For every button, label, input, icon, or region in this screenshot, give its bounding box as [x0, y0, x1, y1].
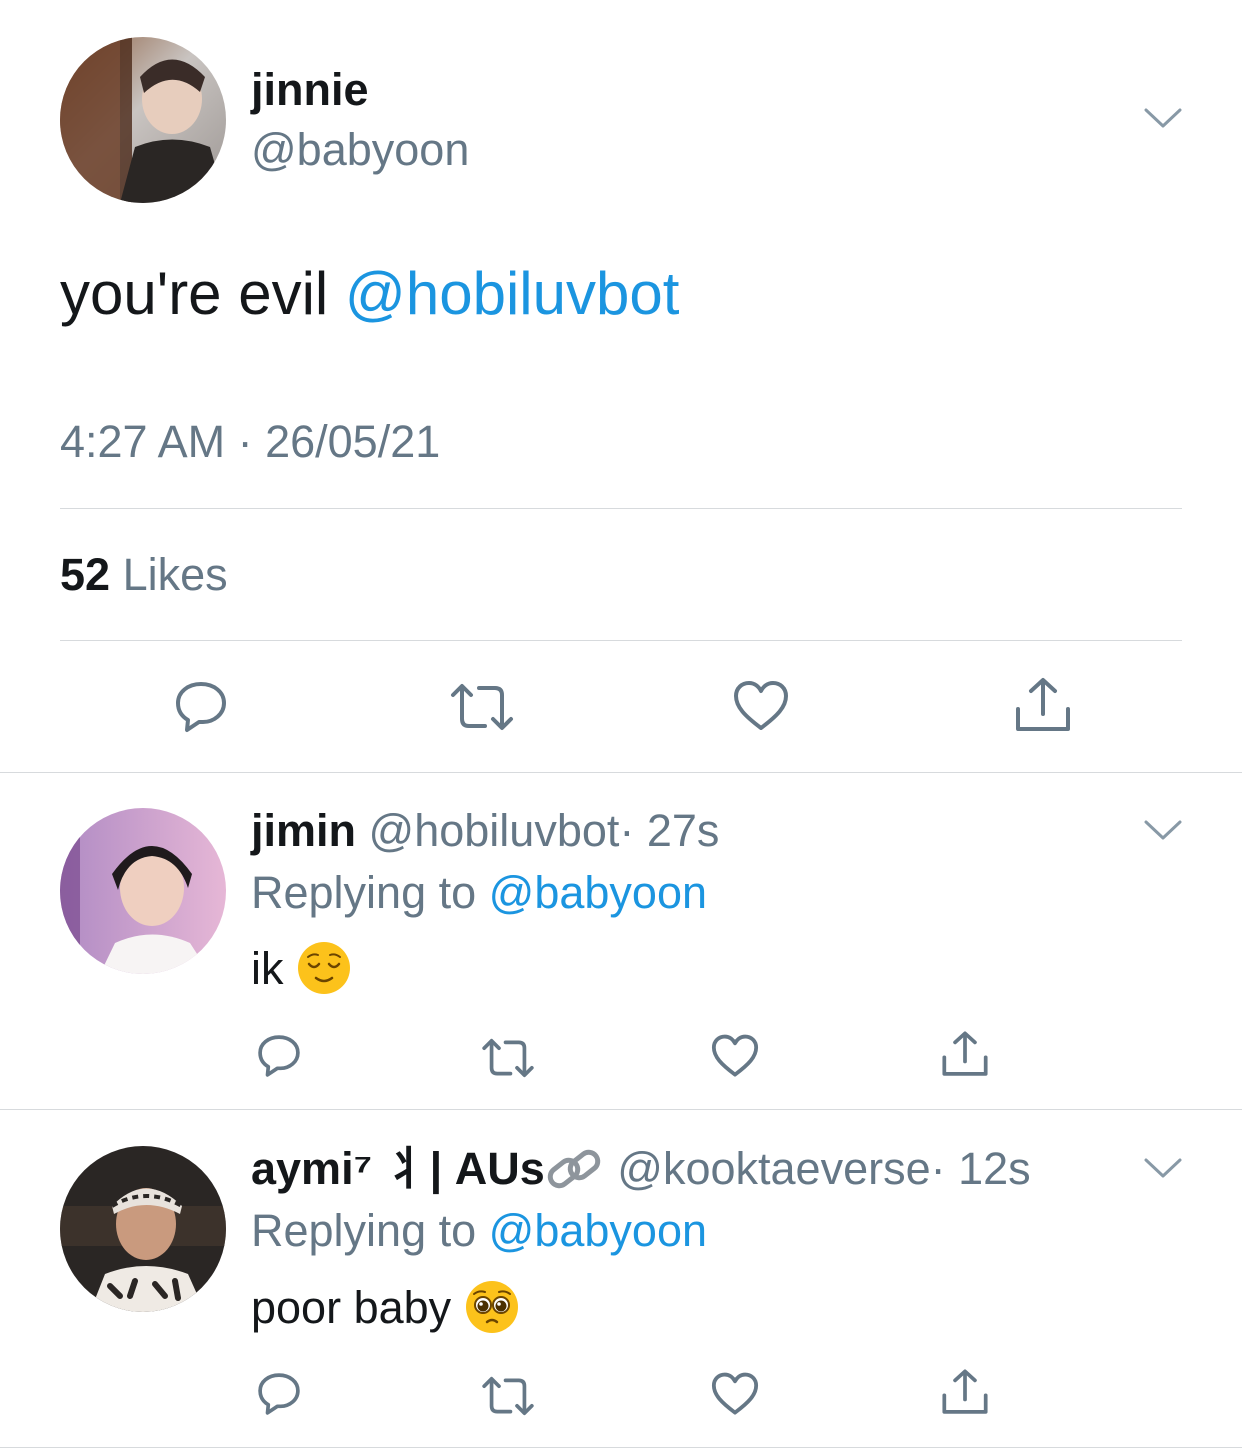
tweet-timestamp[interactable]: 4:27 AM · 26/05/21 [60, 414, 440, 470]
reply-icon[interactable] [256, 1371, 302, 1417]
reply-author-handle[interactable]: @hobiluvbot [369, 805, 620, 856]
relieved-face-icon [298, 942, 351, 995]
reply-text-body: ik [251, 943, 284, 994]
reply-text: poor baby [251, 1277, 520, 1339]
reply-text: ik [251, 938, 352, 1000]
share-icon[interactable] [1014, 676, 1072, 734]
replying-to-label: Replying to [251, 1205, 477, 1256]
replying-to: Replying to @babyoon [251, 865, 707, 921]
heart-icon[interactable] [711, 1034, 759, 1078]
avatar[interactable] [60, 37, 226, 203]
pleading-face-icon [465, 1281, 518, 1334]
chevron-down-icon[interactable] [1143, 1156, 1183, 1180]
chevron-down-icon[interactable] [1143, 818, 1183, 842]
reply-author-display-name[interactable]: jimin [251, 805, 356, 856]
avatar[interactable] [60, 1146, 226, 1312]
reply-text-body: poor baby [251, 1282, 452, 1333]
replying-to: Replying to @babyoon [251, 1203, 707, 1259]
reply-author-handle[interactable]: @kooktaeverse [617, 1143, 930, 1194]
reply-header: aymi⁷ ⺦| AUs @kooktaeverse· 12s [251, 1141, 1031, 1198]
share-icon[interactable] [941, 1030, 989, 1078]
replying-to-label: Replying to [251, 867, 477, 918]
tweet-text: you're evil @hobiluvbot [60, 258, 679, 330]
reply-header: jimin @hobiluvbot· 27s [251, 803, 719, 859]
retweet-icon[interactable] [480, 1035, 536, 1081]
retweet-icon[interactable] [480, 1373, 536, 1419]
replying-to-mention[interactable]: @babyoon [489, 1205, 707, 1256]
author-handle[interactable]: @babyoon [251, 122, 469, 178]
heart-icon[interactable] [733, 680, 789, 732]
chevron-down-icon[interactable] [1143, 106, 1183, 130]
reply-icon[interactable] [173, 679, 229, 735]
divider [0, 1447, 1242, 1448]
replying-to-mention[interactable]: @babyoon [489, 867, 707, 918]
divider [0, 1109, 1242, 1110]
mention-link[interactable]: @hobiluvbot [345, 260, 679, 327]
divider [0, 772, 1242, 773]
likes-count: 52 [60, 549, 111, 600]
author-display-name[interactable]: jinnie [251, 62, 369, 118]
retweet-icon[interactable] [449, 679, 515, 735]
share-icon[interactable] [941, 1368, 989, 1416]
tweet-text-body: you're evil [60, 260, 329, 327]
reply-icon[interactable] [256, 1033, 302, 1079]
divider [60, 508, 1182, 509]
link-icon [547, 1149, 600, 1189]
likes-stat[interactable]: 52 Likes [60, 547, 228, 603]
likes-label: Likes [122, 549, 228, 600]
heart-icon[interactable] [711, 1372, 759, 1416]
avatar[interactable] [60, 808, 226, 974]
reply-time[interactable]: · 12s [931, 1143, 1031, 1194]
divider [60, 640, 1182, 641]
reply-time[interactable]: · 27s [619, 805, 719, 856]
reply-author-display-name[interactable]: aymi⁷ ⺦| AUs [251, 1143, 545, 1194]
